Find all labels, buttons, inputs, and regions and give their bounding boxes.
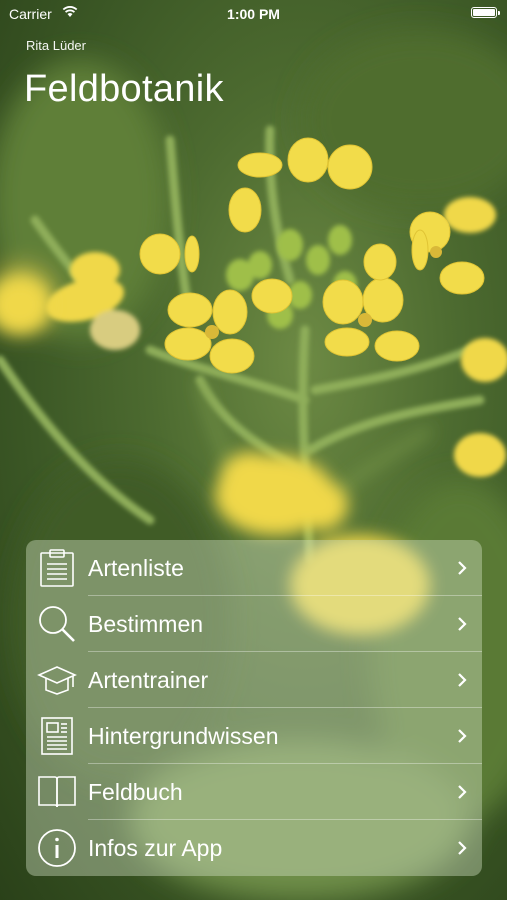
chevron-right-icon bbox=[442, 784, 482, 800]
app-title: Feldbotanik bbox=[24, 68, 224, 110]
menu-item-label: Infos zur App bbox=[88, 834, 223, 861]
open-book-icon bbox=[26, 774, 88, 810]
document-icon bbox=[26, 716, 88, 756]
graduation-cap-icon bbox=[26, 663, 88, 697]
menu-item-label: Hintergrundwissen bbox=[88, 722, 279, 749]
author-name: Rita Lüder bbox=[26, 38, 86, 53]
main-menu: Artenliste Bestimmen Artentrainer Hinter… bbox=[26, 540, 482, 876]
menu-item-label: Artentrainer bbox=[88, 666, 209, 693]
chevron-right-icon bbox=[442, 840, 482, 856]
clock: 1:00 PM bbox=[227, 6, 280, 22]
menu-item-label: Feldbuch bbox=[88, 778, 183, 805]
info-icon bbox=[26, 828, 88, 868]
menu-item-infos[interactable]: Infos zur App bbox=[26, 820, 482, 876]
menu-item-hintergrundwissen[interactable]: Hintergrundwissen bbox=[26, 708, 482, 764]
menu-item-feldbuch[interactable]: Feldbuch bbox=[26, 764, 482, 820]
battery-icon bbox=[471, 7, 500, 18]
chevron-right-icon bbox=[442, 616, 482, 632]
chevron-right-icon bbox=[442, 728, 482, 744]
chevron-right-icon bbox=[442, 560, 482, 576]
menu-item-bestimmen[interactable]: Bestimmen bbox=[26, 596, 482, 652]
menu-item-artentrainer[interactable]: Artentrainer bbox=[26, 652, 482, 708]
menu-item-artenliste[interactable]: Artenliste bbox=[26, 540, 482, 596]
menu-item-label: Artenliste bbox=[88, 554, 184, 581]
menu-item-label: Bestimmen bbox=[88, 610, 204, 637]
magnifier-icon bbox=[26, 604, 88, 644]
status-bar: Carrier 1:00 PM bbox=[0, 0, 507, 28]
chevron-right-icon bbox=[442, 672, 482, 688]
clipboard-list-icon bbox=[26, 548, 88, 588]
